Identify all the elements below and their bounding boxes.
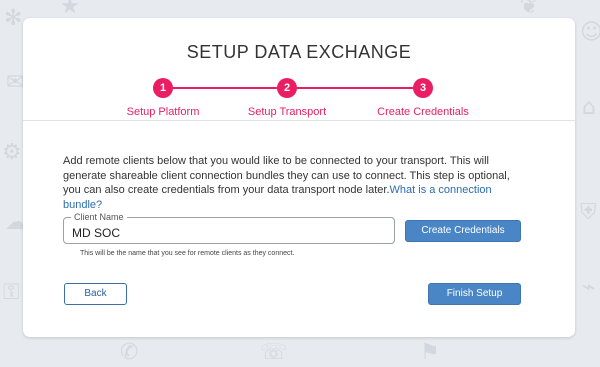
step-number: 2 [277, 78, 297, 98]
create-credentials-button[interactable]: Create Credentials [405, 220, 521, 242]
step-number: 3 [413, 78, 433, 98]
step-label: Create Credentials [377, 106, 469, 118]
step-label: Setup Platform [126, 106, 200, 118]
divider [23, 120, 575, 121]
globe-icon: ☺ [580, 20, 600, 45]
wifi-icon: ⛨ [580, 200, 597, 225]
user-icon: ⚑ [420, 340, 440, 365]
page-title: SETUP DATA EXCHANGE [186, 42, 412, 62]
step-create-credentials[interactable]: 3 Create Credentials [358, 78, 488, 118]
step-setup-transport[interactable]: 2 Setup Transport [222, 78, 352, 118]
lock-icon: ✆ [120, 340, 139, 365]
client-name-label: Client Name [71, 211, 127, 223]
code-icon: ⌂ [582, 95, 596, 120]
step-label: Setup Transport [247, 106, 327, 118]
mail-icon: ⌁ [582, 275, 596, 300]
person-icon: ✻ [4, 6, 23, 31]
step-number: 1 [153, 78, 173, 98]
star-icon: ★ [60, 0, 80, 19]
document-icon: ☏ [260, 340, 288, 365]
client-name-field: Client Name [63, 211, 395, 244]
leaf-icon: ❦ [520, 0, 539, 19]
setup-dialog: SETUP DATA EXCHANGE 1 Setup Platform 2 S… [23, 18, 575, 337]
shield-icon: ⚙ [2, 140, 22, 165]
finish-setup-button[interactable]: Finish Setup [428, 283, 521, 305]
client-name-hint: This will be the name that you see for r… [80, 250, 295, 257]
description: Add remote clients below that you would … [63, 154, 523, 212]
chat-icon: ✉ [6, 70, 25, 95]
back-button[interactable]: Back [64, 283, 127, 305]
step-setup-platform[interactable]: 1 Setup Platform [98, 78, 228, 118]
stepper: 1 Setup Platform 2 Setup Transport 3 Cre… [23, 78, 575, 122]
cloud-icon: ⚿ [3, 280, 20, 305]
